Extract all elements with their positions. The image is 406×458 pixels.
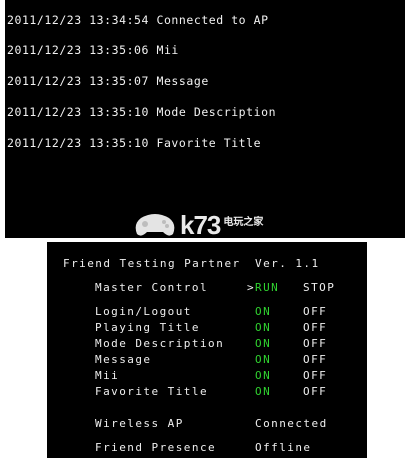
status-label: Wireless AP bbox=[95, 417, 184, 430]
on-option[interactable]: ON bbox=[255, 337, 271, 350]
run-option[interactable]: RUN bbox=[255, 281, 279, 294]
on-option[interactable]: ON bbox=[255, 321, 271, 334]
setting-label: Favorite Title bbox=[95, 385, 209, 398]
watermark-brand: k73 bbox=[180, 209, 221, 239]
off-option[interactable]: OFF bbox=[303, 321, 327, 334]
event-log: 2011/12/23 13:34:54 Connected to AP 2011… bbox=[7, 0, 276, 169]
on-option[interactable]: ON bbox=[255, 353, 271, 366]
setting-label: Login/Logout bbox=[95, 305, 192, 318]
log-line: 2011/12/23 13:35:10 Favorite Title bbox=[7, 136, 262, 151]
setting-label: Message bbox=[95, 353, 152, 366]
off-option[interactable]: OFF bbox=[303, 369, 327, 382]
log-line: 2011/12/23 13:35:06 Mii bbox=[7, 43, 179, 58]
log-line: 2011/12/23 13:35:10 Mode Description bbox=[7, 105, 277, 120]
status-label: Friend Presence bbox=[95, 441, 217, 454]
gamepad-icon bbox=[135, 214, 175, 236]
watermark-subtitle: 电玩之家 bbox=[223, 216, 264, 228]
on-option[interactable]: ON bbox=[255, 305, 271, 318]
on-option[interactable]: ON bbox=[255, 385, 271, 398]
stop-option[interactable]: STOP bbox=[303, 281, 335, 294]
off-option[interactable]: OFF bbox=[303, 337, 327, 350]
on-option[interactable]: ON bbox=[255, 369, 271, 382]
top-screen: 2011/12/23 13:34:54 Connected to AP 2011… bbox=[5, 0, 405, 238]
setting-label: Mode Description bbox=[95, 337, 225, 350]
app-version: Ver. 1.1 bbox=[255, 257, 320, 270]
master-control-label: Master Control bbox=[95, 281, 209, 294]
status-value: Connected bbox=[255, 417, 328, 430]
watermark: k73 电玩之家 bbox=[133, 210, 263, 238]
app-title: Friend Testing Partner bbox=[63, 257, 241, 270]
status-value: Offline bbox=[255, 441, 312, 454]
log-line: 2011/12/23 13:35:07 Message bbox=[7, 74, 209, 89]
off-option[interactable]: OFF bbox=[303, 305, 327, 318]
setting-label: Mii bbox=[95, 369, 120, 382]
setting-label: Playing Title bbox=[95, 321, 200, 334]
off-option[interactable]: OFF bbox=[303, 385, 327, 398]
log-line: 2011/12/23 13:34:54 Connected to AP bbox=[7, 12, 269, 27]
off-option[interactable]: OFF bbox=[303, 353, 327, 366]
bottom-screen: Friend Testing Partner Ver. 1.1 Master C… bbox=[47, 242, 367, 458]
selection-cursor: > bbox=[247, 281, 256, 294]
